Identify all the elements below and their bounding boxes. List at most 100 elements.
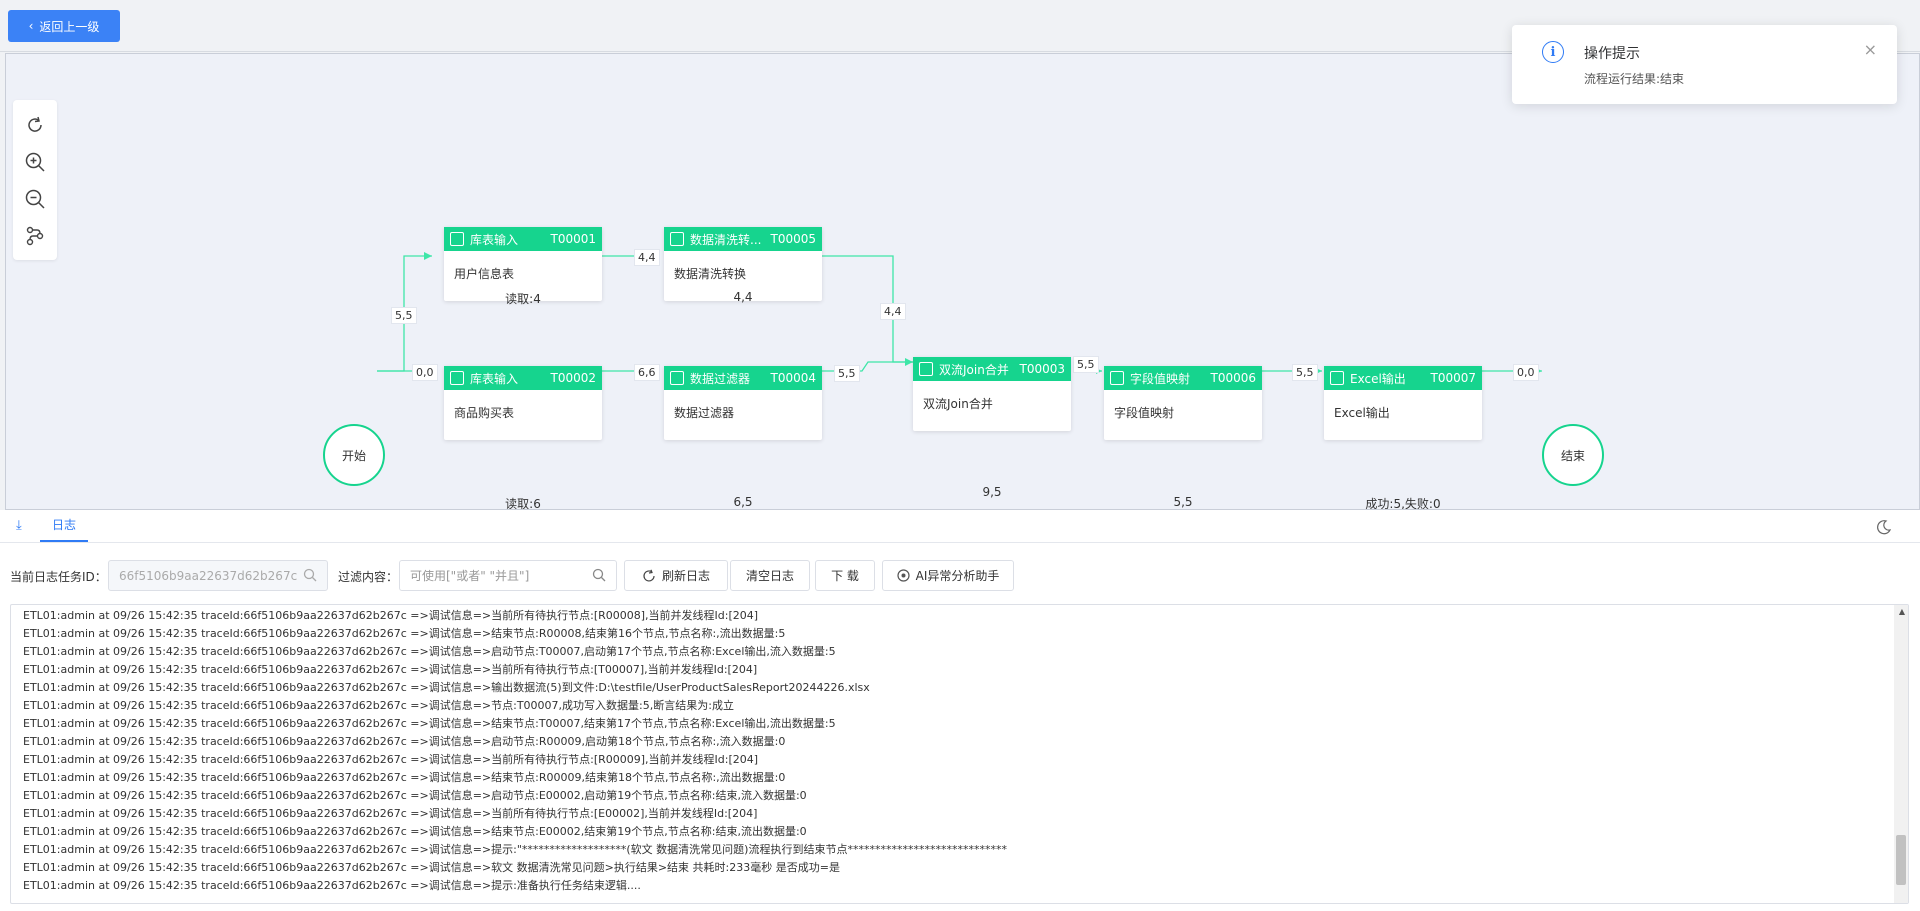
end-node[interactable]: 结束 [1542, 424, 1604, 486]
log-lines: ETL01:admin at 09/26 15:42:35 traceId:66… [23, 607, 1883, 895]
clear-log-button[interactable]: 清空日志 [730, 560, 810, 591]
log-line: ETL01:admin at 09/26 15:42:35 traceId:66… [23, 609, 759, 622]
flow-node-t00007[interactable]: Excel输出 T00007 Excel输出 [1324, 366, 1482, 440]
back-button-label: 返回上一级 [39, 19, 100, 34]
log-line: ETL01:admin at 09/26 15:42:35 traceId:66… [23, 645, 836, 658]
node-stat: 成功:5,失败:0 [1365, 497, 1441, 510]
refresh-log-button[interactable]: 刷新日志 [624, 560, 728, 591]
node-title: 库表输入 [470, 232, 519, 247]
moon-icon[interactable] [1876, 519, 1892, 535]
field-map-icon [1110, 371, 1124, 385]
zoom-in-icon[interactable] [22, 149, 48, 175]
excel-output-icon [1330, 371, 1344, 385]
node-body: 数据过滤器 [674, 406, 735, 420]
flow-node-t00004[interactable]: 数据过滤器 T00004 数据过滤器 [664, 366, 822, 440]
node-body: 字段值映射 [1114, 406, 1175, 420]
download-label: 下 载 [831, 569, 859, 583]
filter-icon [670, 371, 684, 385]
flow-node-t00006[interactable]: 字段值映射 T00006 字段值映射 [1104, 366, 1262, 440]
node-title: 数据过滤器 [690, 371, 751, 386]
edge-label: 5,5 [1073, 356, 1099, 373]
ai-assistant-label: AI异常分析助手 [915, 569, 1000, 583]
filter-label: 过滤内容： [338, 570, 399, 584]
ai-assistant-button[interactable]: AI异常分析助手 [882, 560, 1014, 591]
edge-label: 0,0 [412, 364, 438, 381]
log-panel: ⤓ 日志 当前日志任务ID： 66f5106b9aa22637d62b267c … [0, 510, 1920, 911]
node-stat: 5,5 [1173, 495, 1193, 509]
log-line: ETL01:admin at 09/26 15:42:35 traceId:66… [23, 789, 807, 802]
log-line: ETL01:admin at 09/26 15:42:35 traceId:66… [23, 627, 786, 640]
node-title: 字段值映射 [1130, 371, 1191, 386]
notification-toast: i 操作提示 流程运行结果:结束 × [1512, 25, 1897, 104]
log-line: ETL01:admin at 09/26 15:42:35 traceId:66… [23, 807, 758, 820]
task-id-label: 当前日志任务ID： [10, 570, 107, 584]
flow-edges [377, 252, 1542, 375]
clear-log-label: 清空日志 [745, 569, 794, 583]
flow-node-t00002[interactable]: 库表输入 T00002 商品购买表 [444, 366, 602, 440]
refresh-log-label: 刷新日志 [661, 569, 710, 583]
log-line: ETL01:admin at 09/26 15:42:35 traceId:66… [23, 699, 734, 712]
download-button[interactable]: 下 载 [815, 560, 875, 591]
download-tab-icon[interactable]: ⤓ [16, 518, 22, 533]
log-line: ETL01:admin at 09/26 15:42:35 traceId:66… [23, 735, 786, 748]
edge-label: 5,5 [834, 365, 860, 382]
log-line: ETL01:admin at 09/26 15:42:35 traceId:66… [23, 825, 807, 838]
toast-message: 流程运行结果:结束 [1584, 72, 1685, 86]
scroll-up-icon[interactable]: ▲ [1899, 607, 1905, 616]
node-id: T00005 [770, 232, 816, 246]
log-line: ETL01:admin at 09/26 15:42:35 traceId:66… [23, 663, 758, 676]
table-input-icon [450, 371, 464, 385]
log-line: ETL01:admin at 09/26 15:42:35 traceId:66… [23, 843, 1007, 856]
node-title: 数据清洗转... [690, 232, 762, 247]
log-line: ETL01:admin at 09/26 15:42:35 traceId:66… [23, 771, 786, 784]
node-stat: 6,5 [733, 495, 753, 509]
back-button[interactable]: ‹ 返回上一级 [8, 10, 120, 42]
start-label: 开始 [341, 448, 366, 463]
log-output[interactable]: ETL01:admin at 09/26 15:42:35 traceId:66… [10, 604, 1909, 904]
canvas-toolbar [13, 100, 57, 260]
join-icon [919, 362, 933, 376]
node-id: T00002 [550, 371, 596, 385]
log-line: ETL01:admin at 09/26 15:42:35 traceId:66… [23, 717, 836, 730]
node-id: T00006 [1210, 371, 1256, 385]
ai-icon [897, 569, 910, 582]
refresh-icon[interactable] [22, 112, 48, 138]
start-node[interactable]: 开始 [323, 424, 385, 486]
node-id: T00003 [1019, 362, 1065, 376]
node-title: 双流Join合并 [939, 362, 1009, 377]
node-body: 双流Join合并 [923, 397, 993, 411]
log-line: ETL01:admin at 09/26 15:42:35 traceId:66… [23, 879, 641, 892]
task-id-input[interactable]: 66f5106b9aa22637d62b267c [108, 560, 328, 591]
node-id: T00004 [770, 371, 816, 385]
end-label: 结束 [1560, 448, 1585, 463]
task-id-value: 66f5106b9aa22637d62b267c [119, 568, 298, 583]
node-stat: 4,4 [733, 290, 753, 304]
log-tabbar: ⤓ 日志 [0, 510, 1920, 543]
node-body: Excel输出 [1334, 406, 1390, 420]
table-input-icon [450, 232, 464, 246]
info-icon: i [1542, 41, 1564, 63]
close-icon[interactable]: × [1864, 40, 1877, 59]
edge-label: 0,0 [1513, 364, 1539, 381]
refresh-icon [643, 569, 655, 581]
filter-input[interactable]: 可使用["或者" "并且"] [399, 560, 617, 591]
log-line: ETL01:admin at 09/26 15:42:35 traceId:66… [23, 753, 759, 766]
chevron-left-icon: ‹ [28, 19, 34, 33]
scrollbar[interactable]: ▲ [1894, 605, 1908, 903]
scrollbar-thumb[interactable] [1896, 835, 1906, 885]
zoom-out-icon[interactable] [22, 186, 48, 212]
flow-node-t00003[interactable]: 双流Join合并 T00003 双流Join合并 [913, 357, 1071, 431]
node-stat: 9,5 [982, 485, 1002, 499]
flow-canvas[interactable]: 开始 结束 5,5 4,4 0,0 6,6 4,4 5,5 5,5 5,5 0,… [5, 53, 1920, 510]
log-line: ETL01:admin at 09/26 15:42:35 traceId:66… [23, 861, 840, 874]
node-body: 商品购买表 [454, 406, 515, 420]
toast-title: 操作提示 [1584, 46, 1640, 62]
layout-icon[interactable] [22, 223, 48, 249]
edge-label: 6,6 [634, 364, 660, 381]
edge-label: 4,4 [634, 249, 660, 266]
app-root: ‹ 返回上一级 开始 结束 5,5 4,4 0,0 6,6 4,4 5,5 5,… [0, 0, 1920, 911]
search-icon[interactable] [592, 568, 606, 582]
log-line: ETL01:admin at 09/26 15:42:35 traceId:66… [23, 681, 870, 694]
node-stat: 读取:4 [505, 292, 541, 306]
tab-log[interactable]: 日志 [40, 510, 89, 542]
